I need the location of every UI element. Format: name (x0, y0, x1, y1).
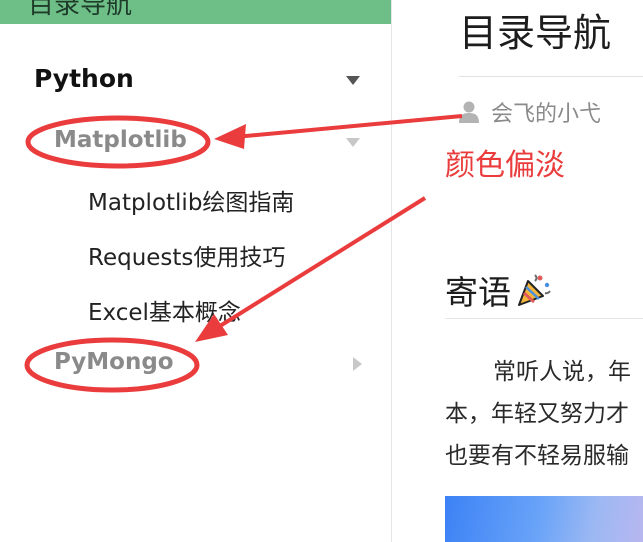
sidebar-item-matplotlib-guide[interactable]: Matplotlib绘图指南 (0, 180, 390, 218)
annotation-note: 颜色偏淡 (445, 148, 565, 183)
party-popper-icon (518, 274, 551, 306)
sidebar-header-title: 目录导航 (28, 0, 133, 20)
author-row: 会飞的小弋 (459, 96, 601, 128)
paragraph-line: 本，年轻又努力才 (445, 401, 629, 427)
sidebar-item-label: Python (34, 64, 134, 93)
sidebar-item-label: Excel基本概念 (88, 300, 241, 326)
hero-image (445, 496, 643, 542)
chevron-down-icon[interactable] (346, 138, 360, 147)
sidebar-item-label: PyMongo (54, 349, 174, 375)
section-heading-text: 寄语 (445, 273, 511, 312)
section-heading: 寄语 (445, 266, 553, 314)
sidebar-item-matplotlib[interactable]: Matplotlib (0, 122, 390, 162)
sidebar-item-excel-basics[interactable]: Excel基本概念 (0, 290, 390, 328)
paragraph-line: 也要有不轻易服输 (445, 443, 629, 469)
author-name[interactable]: 会飞的小弋 (491, 96, 601, 128)
main-content: 目录导航 会飞的小弋 颜色偏淡 寄语 常听人说，年 本，年轻又努力才 也要有不轻… (393, 0, 643, 542)
divider (445, 318, 643, 319)
divider (459, 76, 643, 77)
page-title: 目录导航 (459, 11, 612, 55)
sidebar-item-label: Requests使用技巧 (88, 245, 286, 271)
user-icon (459, 101, 479, 123)
sidebar: 目录导航 Python Matplotlib Matplotlib绘图指南 Re… (0, 0, 392, 542)
sidebar-item-pymongo[interactable]: PyMongo (0, 344, 390, 384)
sidebar-item-label: Matplotlib (54, 127, 187, 153)
chevron-right-icon[interactable] (353, 357, 362, 371)
sidebar-item-python[interactable]: Python (0, 60, 390, 102)
paragraph-line: 常听人说，年 (493, 359, 631, 385)
sidebar-item-label: Matplotlib绘图指南 (88, 190, 295, 216)
sidebar-item-requests-tips[interactable]: Requests使用技巧 (0, 235, 390, 273)
chevron-down-icon[interactable] (346, 76, 360, 85)
sidebar-header: 目录导航 (0, 0, 391, 24)
